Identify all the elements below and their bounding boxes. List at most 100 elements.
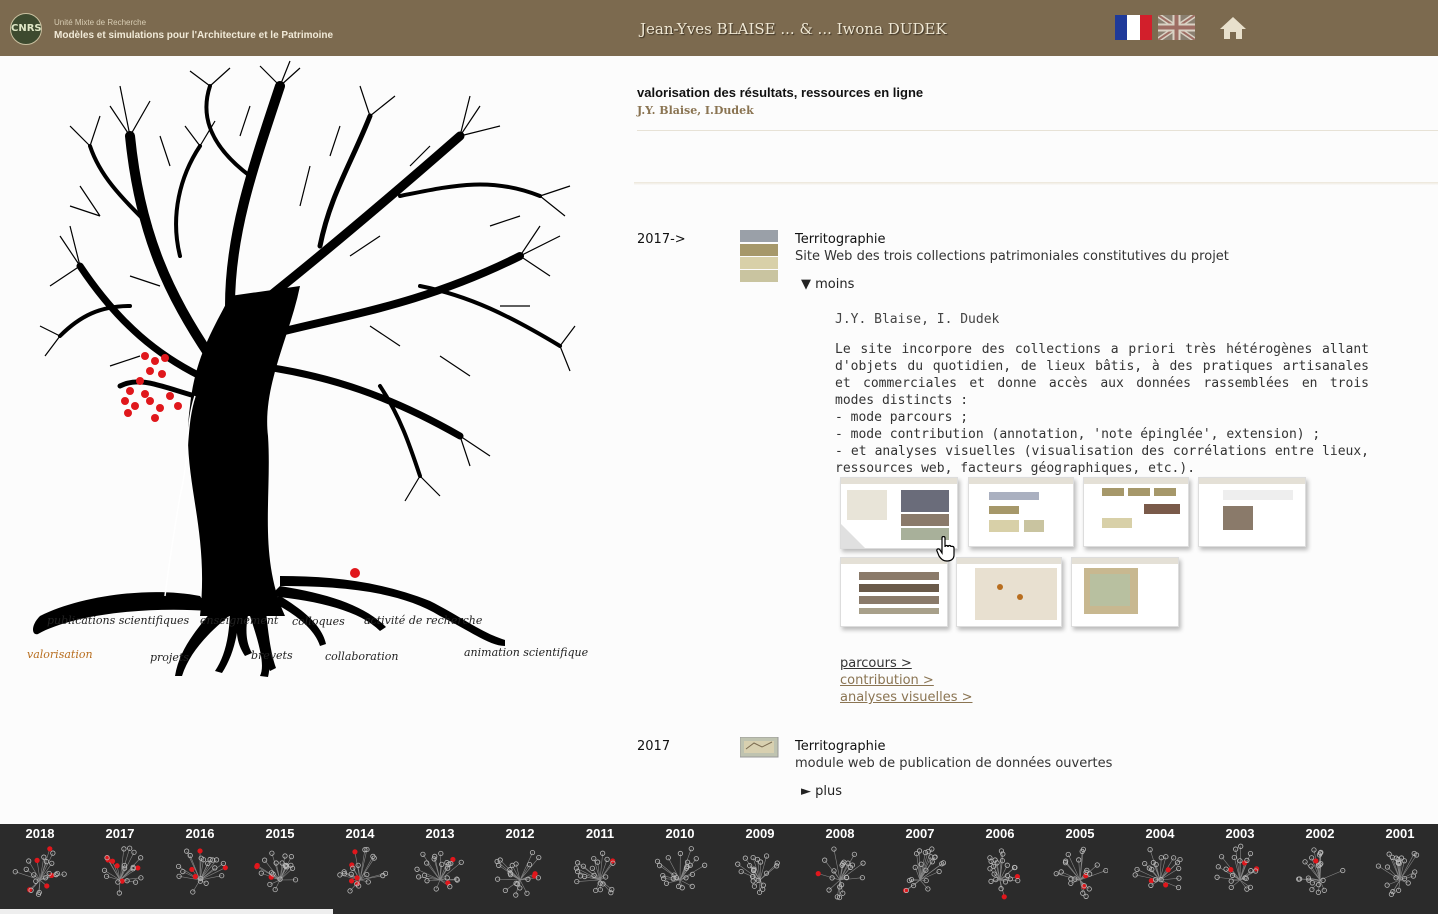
entry-title: Territographie xyxy=(795,232,886,247)
tree-label-colloques[interactable]: colloques xyxy=(292,615,345,628)
mini-tree-icon xyxy=(175,848,228,895)
timeline-year-label: 2008 xyxy=(825,826,855,841)
entry-title: Territographie xyxy=(795,739,886,754)
timeline-year-label: 2018 xyxy=(25,826,55,841)
mini-tree-icon xyxy=(414,850,464,892)
header-divider xyxy=(637,130,1438,131)
timeline-year-2006[interactable]: 2006 xyxy=(960,824,1040,914)
screenshot-thumbnail[interactable] xyxy=(840,557,948,627)
link-contribution[interactable]: contribution > xyxy=(840,673,934,688)
section-authors: J.Y. Blaise, I.Dudek xyxy=(637,104,754,117)
entry-subtitle: Site Web des trois collections patrimoni… xyxy=(795,249,1229,264)
mini-tree-icon xyxy=(815,846,866,901)
description-item: - et analyses visuelles (visualisation d… xyxy=(835,444,1369,476)
tree-branches xyxy=(58,81,562,478)
home-icon[interactable] xyxy=(1219,15,1247,41)
timeline-year-2013[interactable]: 2013 xyxy=(400,824,480,914)
timeline-year-2010[interactable]: 2010 xyxy=(640,824,720,914)
mini-tree-icon xyxy=(1132,847,1183,891)
site-authors: Jean-Yves BLAISE ... & ... Iwona DUDEK xyxy=(640,20,947,38)
mini-tree-icon xyxy=(654,846,708,891)
mini-tree-icon xyxy=(101,845,144,896)
uk-flag-icon[interactable] xyxy=(1158,15,1195,40)
hand-cursor-icon xyxy=(936,536,955,562)
french-flag-icon[interactable] xyxy=(1115,15,1152,40)
mini-tree-icon xyxy=(254,850,299,893)
entry-thumbnail-graphic xyxy=(740,230,778,282)
timeline-year-label: 2009 xyxy=(745,826,775,841)
link-parcours[interactable]: parcours > xyxy=(840,656,912,671)
cnrs-logo[interactable]: CNRS xyxy=(10,13,42,45)
top-bar: CNRS Unité Mixte de Recherche Modèles et… xyxy=(0,0,1438,56)
entry-thumbnail[interactable] xyxy=(739,736,780,763)
tree-illustration xyxy=(33,60,576,677)
timeline-year-2002[interactable]: 2002 xyxy=(1280,824,1360,914)
lab-subtitle: Unité Mixte de Recherche xyxy=(54,18,147,27)
link-analyses-visuelles[interactable]: analyses visuelles > xyxy=(840,690,973,705)
tree-label-activite[interactable]: activité de recherche xyxy=(364,614,482,627)
flag-red-stripe xyxy=(1139,15,1152,40)
timeline-year-label: 2004 xyxy=(1145,826,1175,841)
entry-thumbnail[interactable] xyxy=(740,230,780,288)
description-item: - mode parcours ; xyxy=(835,410,969,425)
timeline-year-2004[interactable]: 2004 xyxy=(1120,824,1200,914)
timeline-year-2015[interactable]: 2015 xyxy=(240,824,320,914)
timeline-year-label: 2013 xyxy=(425,826,455,841)
timeline-year-2016[interactable]: 2016 xyxy=(160,824,240,914)
timeline-year-label: 2016 xyxy=(185,826,215,841)
entry-year: 2017 xyxy=(637,739,671,754)
timeline-year-label: 2001 xyxy=(1385,826,1415,841)
collapse-toggle[interactable]: ▼ moins xyxy=(801,277,854,292)
mini-tree-icon xyxy=(735,853,780,895)
timeline-year-2018[interactable]: 2018 xyxy=(0,824,80,914)
uk-flag-graphic xyxy=(1158,15,1195,40)
tree-label-valorisation[interactable]: valorisation xyxy=(27,648,93,661)
mini-tree-icon xyxy=(1214,843,1260,892)
timeline-year-2007[interactable]: 2007 xyxy=(880,824,960,914)
expand-toggle[interactable]: ► plus xyxy=(801,784,842,799)
mini-tree-icon xyxy=(494,849,542,898)
timeline-year-2017[interactable]: 2017 xyxy=(80,824,160,914)
tree-label-publications[interactable]: publications scientifiques xyxy=(47,614,189,627)
tree-trunk xyxy=(187,286,300,616)
tree-label-enseignement[interactable]: enseignement xyxy=(200,614,278,627)
timeline-year-2009[interactable]: 2009 xyxy=(720,824,800,914)
entry-description: Le site incorpore des collections a prio… xyxy=(835,341,1369,477)
home-icon-graphic xyxy=(1220,17,1246,39)
timeline-year-2012[interactable]: 2012 xyxy=(480,824,560,914)
tree-twigs xyxy=(39,60,576,502)
entry-thumbnail-graphic xyxy=(739,736,779,758)
screenshot-thumbnail[interactable] xyxy=(1071,557,1179,627)
timeline-year-2003[interactable]: 2003 xyxy=(1200,824,1280,914)
mini-tree-icon xyxy=(1375,850,1420,897)
mini-tree-icon xyxy=(1296,847,1346,895)
entry-subtitle: module web de publication de données ouv… xyxy=(795,756,1113,771)
timeline-year-label: 2017 xyxy=(105,826,135,841)
timeline-year-label: 2003 xyxy=(1225,826,1255,841)
screenshot-thumbnail[interactable] xyxy=(968,477,1074,547)
tree-label-animation[interactable]: animation scientifique xyxy=(464,646,588,659)
lab-name: Modèles et simulations pour l'Architectu… xyxy=(54,30,334,41)
entry-detail-authors: J.Y. Blaise, I. Dudek xyxy=(835,312,1000,327)
screenshot-thumbnail[interactable] xyxy=(1083,477,1189,547)
entry-year: 2017-> xyxy=(637,232,686,247)
tree-label-brevets[interactable]: brevets xyxy=(251,649,293,662)
timeline-year-2011[interactable]: 2011 xyxy=(560,824,640,914)
timeline-year-2014[interactable]: 2014 xyxy=(320,824,400,914)
mini-tree-icon xyxy=(1053,846,1108,899)
timeline-year-label: 2015 xyxy=(265,826,295,841)
research-tree: publications scientifiques enseignement … xyxy=(0,56,620,824)
timeline-year-2005[interactable]: 2005 xyxy=(1040,824,1120,914)
timeline-year-label: 2002 xyxy=(1305,826,1335,841)
timeline-year-label: 2007 xyxy=(905,826,935,841)
timeline-year-2001[interactable]: 2001 xyxy=(1360,824,1438,914)
screenshot-thumbnail[interactable] xyxy=(956,557,1062,627)
tree-label-collaboration[interactable]: collaboration xyxy=(325,650,399,663)
screenshot-thumbnail[interactable] xyxy=(1198,477,1306,547)
timeline-year-label: 2010 xyxy=(665,826,695,841)
tree-label-projets[interactable]: projets xyxy=(150,651,189,664)
timeline-year-label: 2011 xyxy=(585,826,615,841)
section-title: valorisation des résultats, ressources e… xyxy=(637,85,924,100)
description-paragraph: Le site incorpore des collections a prio… xyxy=(835,342,1369,408)
timeline-year-2008[interactable]: 2008 xyxy=(800,824,880,914)
